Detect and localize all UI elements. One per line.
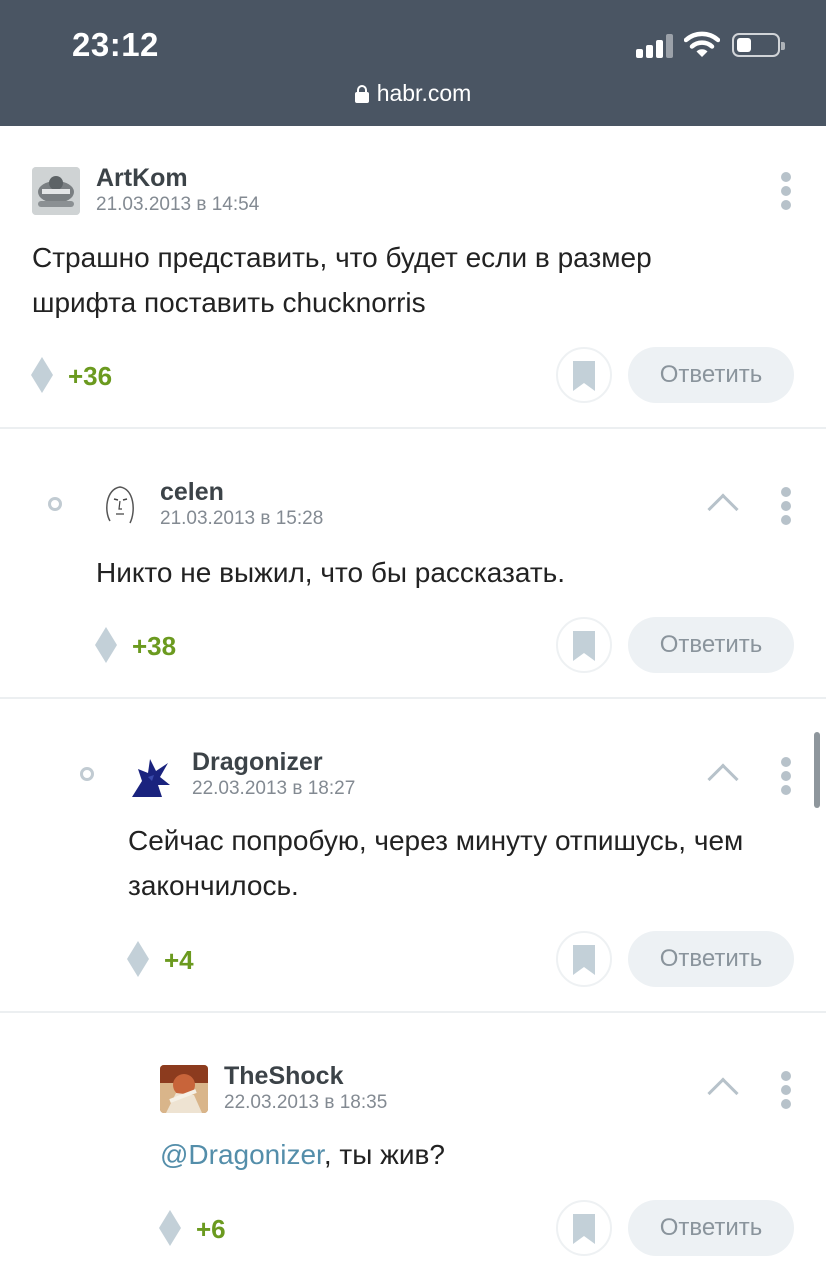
comment-score: +4 (164, 945, 194, 975)
bookmark-button[interactable] (556, 347, 612, 403)
comment-username[interactable]: celen (160, 478, 224, 507)
cellular-signal-icon (636, 34, 674, 58)
comment-text: Никто не выжил, что бы рассказать. (96, 557, 566, 588)
comment-text: Страшно представить, что будет если в ра… (32, 242, 652, 318)
vote-icon[interactable] (95, 627, 117, 663)
bookmark-button[interactable] (556, 617, 612, 673)
thread-dot-icon (48, 497, 62, 511)
reply-button[interactable]: Ответить (628, 347, 794, 403)
vote-icon[interactable] (31, 357, 53, 393)
chevron-up-icon[interactable] (707, 493, 739, 525)
bookmark-icon (573, 631, 595, 661)
reply-button[interactable]: Ответить (628, 1200, 794, 1256)
comment-score: +6 (196, 1214, 226, 1244)
chevron-up-icon[interactable] (707, 1077, 739, 1109)
more-options-icon[interactable] (781, 172, 791, 210)
chevron-up-icon[interactable] (707, 763, 739, 795)
dragonizer-avatar[interactable] (128, 751, 176, 799)
browser-status-bar: 23:12 habr.com (0, 0, 826, 126)
clock: 23:12 (72, 26, 159, 63)
more-options-icon[interactable] (781, 1071, 791, 1109)
artkom-avatar[interactable] (32, 167, 80, 215)
comment-date[interactable]: 21.03.2013 в 15:28 (160, 508, 323, 530)
thread-dot-icon (80, 767, 94, 781)
comment-date[interactable]: 22.03.2013 в 18:27 (192, 778, 355, 800)
theshock-avatar[interactable] (160, 1065, 208, 1113)
celen-avatar[interactable] (96, 481, 144, 529)
more-options-icon[interactable] (781, 487, 791, 525)
vote-icon[interactable] (127, 941, 149, 977)
bookmark-button[interactable] (556, 1200, 612, 1256)
reply-button[interactable]: Ответить (628, 931, 794, 987)
comment-date[interactable]: 22.03.2013 в 18:35 (224, 1092, 387, 1114)
comment-text-body: , ты жив? (323, 1139, 445, 1170)
more-options-icon[interactable] (781, 757, 791, 795)
bookmark-icon (573, 1214, 595, 1244)
comment-score: +36 (68, 361, 113, 391)
bookmark-button[interactable] (556, 931, 612, 987)
comment-divider (0, 697, 826, 699)
comment-text: Сейчас попробую, через минуту отпишусь, … (128, 825, 744, 901)
comment-username[interactable]: TheShock (224, 1062, 343, 1091)
comment-username[interactable]: Dragonizer (192, 748, 323, 777)
lock-icon (354, 85, 369, 103)
comment-divider (0, 1011, 826, 1013)
battery-icon (732, 33, 785, 57)
vote-icon[interactable] (159, 1210, 181, 1246)
url-text: habr.com (376, 80, 472, 106)
wifi-icon (684, 31, 720, 57)
reply-button[interactable]: Ответить (628, 617, 794, 673)
comment-divider (0, 427, 826, 429)
comment-username[interactable]: ArtKom (96, 164, 188, 193)
bookmark-icon (573, 945, 595, 975)
comment-text: @Dragonizer, ты жив? (160, 1132, 760, 1177)
comment-date[interactable]: 21.03.2013 в 14:54 (96, 194, 259, 216)
url-bar[interactable]: habr.com (0, 80, 826, 107)
bookmark-icon (573, 361, 595, 391)
user-mention-link[interactable]: @Dragonizer (160, 1139, 324, 1170)
page-scrollbar[interactable] (814, 732, 820, 808)
comment-score: +38 (132, 631, 177, 661)
